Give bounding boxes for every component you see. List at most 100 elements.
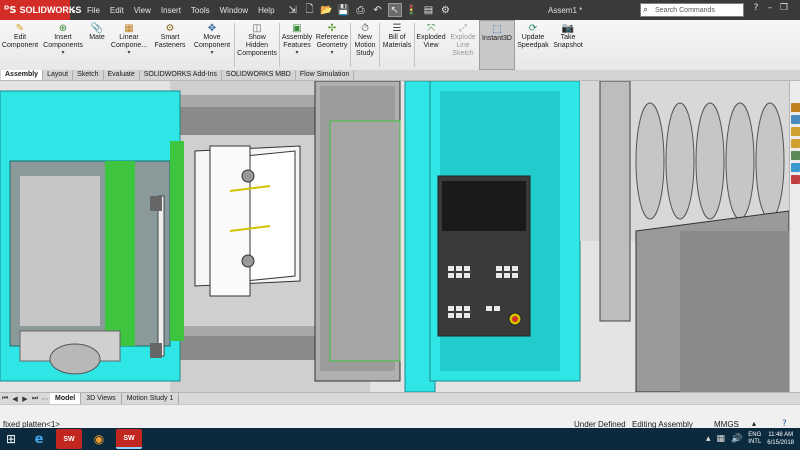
network-icon[interactable]: ▦ [717, 434, 726, 444]
save-icon[interactable]: 💾 [337, 3, 351, 17]
quick-access-toolbar: ⇲ 🗋 📂 💾 ⎙ ↶ ↖ 🚦 ▤ ⚙ [286, 3, 453, 17]
search-icon: ⌕ [643, 5, 649, 15]
mate-paperclip-icon: 📎 [90, 22, 104, 34]
reference-geometry-icon: ✣ [327, 22, 337, 34]
menu-insert[interactable]: Insert [156, 0, 186, 20]
file-explorer-icon[interactable] [791, 139, 800, 148]
help-icon[interactable]: ? [750, 3, 762, 13]
model-tabs-bar: ⏮ ◀ ▶ ⏭ ⋯ Model 3D Views Motion Study 1 [0, 392, 800, 404]
custom-properties-icon[interactable] [791, 175, 800, 184]
menu-file[interactable]: File [82, 0, 105, 20]
menu-view[interactable]: View [129, 0, 156, 20]
tab-nav-icon[interactable]: ⋯ [40, 395, 50, 403]
view-palette-icon[interactable] [791, 151, 800, 160]
reference-geometry-button[interactable]: ✣ Reference Geometry ▾ [314, 20, 350, 70]
windows-taskbar: ⊞ e SW ◉ SW ▴ ▦ 🔊 ENG INTL 11:48 AM 6/15… [0, 428, 800, 450]
bill-of-materials-button[interactable]: ☰ Bill of Materials [380, 20, 414, 70]
new-document-icon[interactable]: 🗋 [303, 3, 317, 17]
exploded-view-icon: ⤧ [427, 22, 435, 34]
solidworks-2015-icon[interactable]: SW [56, 429, 82, 449]
tab-sketch[interactable]: Sketch [73, 70, 104, 80]
next-icon[interactable]: ▶ [20, 395, 30, 403]
menu-help[interactable]: Help [253, 0, 279, 20]
update-speedpak-icon: ⟳ [528, 22, 538, 34]
tab-3d-views[interactable]: 3D Views [81, 393, 122, 404]
tab-evaluate[interactable]: Evaluate [104, 70, 140, 80]
prev-icon[interactable]: ◀ [10, 395, 20, 403]
edit-component-icon: ✎ [15, 22, 25, 34]
internet-explorer-icon[interactable]: e [26, 429, 52, 449]
tray-arrow-icon[interactable]: ▴ [706, 434, 711, 444]
linear-component-pattern-button[interactable]: ▦ Linear Compone... ▾ [108, 20, 150, 70]
edit-component-button[interactable]: ✎ Edit Component [0, 20, 40, 70]
menu-tools[interactable]: Tools [186, 0, 215, 20]
assembly-features-icon: ▣ [292, 22, 302, 34]
pin-icon[interactable]: ⇲ [286, 3, 300, 17]
title-bar: ᴰS SOLIDWORKS ▸ File Edit View Insert To… [0, 0, 800, 20]
open-icon[interactable]: 📂 [320, 3, 334, 17]
bill-of-materials-icon: ☰ [392, 22, 402, 34]
dropdown-icon[interactable]: ▾ [295, 50, 298, 57]
dropdown-icon[interactable]: ▾ [127, 50, 130, 57]
update-speedpak-button[interactable]: ⟳ Update Speedpak [515, 20, 551, 70]
command-manager-tabs: Assembly Layout Sketch Evaluate SOLIDWOR… [0, 70, 800, 81]
explode-line-sketch-button[interactable]: ⤢ Explode Line Sketch [447, 20, 479, 70]
resources-icon[interactable] [791, 115, 800, 124]
tab-assembly[interactable]: Assembly [1, 70, 44, 80]
first-icon[interactable]: ⏮ [0, 394, 10, 403]
menu-edit[interactable]: Edit [105, 0, 129, 20]
clock[interactable]: 11:48 AM 6/15/2018 [767, 431, 794, 447]
smart-fasteners-button[interactable]: ⚙ Smart Fasteners [150, 20, 190, 70]
mate-button[interactable]: 📎 Mate [86, 20, 108, 70]
insert-components-icon: ⊕ [58, 22, 68, 34]
design-library-icon[interactable] [791, 127, 800, 136]
assembly-features-button[interactable]: ▣ Assembly Features ▾ [280, 20, 314, 70]
exploded-view-button[interactable]: ⤧ Exploded View [415, 20, 447, 70]
search-commands-field[interactable]: ⌕ Search Commands [640, 3, 744, 17]
solidworks-logo[interactable]: ᴰS SOLIDWORKS [0, 0, 81, 20]
explode-line-sketch-icon: ⤢ [459, 22, 467, 34]
tab-solidworks-mbd[interactable]: SOLIDWORKS MBD [222, 70, 296, 80]
graphics-area[interactable] [0, 81, 789, 392]
print-icon[interactable]: ⎙ [354, 3, 368, 17]
instant3d-button[interactable]: ⬚ Instant3D [479, 20, 515, 70]
task-pane [789, 81, 800, 392]
menu-bar: File Edit View Insert Tools Window Help [82, 0, 280, 20]
file-properties-icon[interactable]: ▤ [422, 3, 436, 17]
windows-start-icon[interactable]: ⊞ [0, 428, 22, 450]
menu-expand-icon[interactable]: ▸ [70, 6, 78, 15]
insert-components-button[interactable]: ⊕ Insert Components ▾ [40, 20, 86, 70]
tab-layout[interactable]: Layout [43, 70, 74, 80]
dropdown-icon[interactable]: ▾ [61, 50, 64, 57]
tab-solidworks-add-ins[interactable]: SOLIDWORKS Add-Ins [140, 70, 222, 80]
move-component-button[interactable]: ✥ Move Component ▾ [190, 20, 234, 70]
firefox-icon[interactable]: ◉ [86, 429, 112, 449]
tab-model[interactable]: Model [50, 393, 82, 404]
dropdown-icon[interactable]: ▾ [330, 50, 333, 57]
options-gear-icon[interactable]: ⚙ [439, 3, 453, 17]
new-motion-study-button[interactable]: ⏱ New Motion Study [351, 20, 379, 70]
tab-flow-simulation[interactable]: Flow Simulation [296, 70, 355, 80]
injection-molding-machine-model[interactable] [0, 81, 789, 392]
camera-icon: 📷 [561, 22, 575, 34]
show-hidden-components-button[interactable]: ◫ Show Hidden Components [235, 20, 279, 70]
tab-motion-study-1[interactable]: Motion Study 1 [122, 393, 180, 404]
move-component-icon: ✥ [207, 22, 217, 34]
units-arrow-icon[interactable]: ▴ [752, 419, 756, 428]
rebuild-icon[interactable]: 🚦 [405, 3, 419, 17]
take-snapshot-button[interactable]: 📷 Take Snapshot [551, 20, 585, 70]
undo-icon[interactable]: ↶ [371, 3, 385, 17]
language-indicator[interactable]: ENG INTL [748, 432, 761, 446]
motion-study-icon: ⏱ [361, 22, 369, 34]
solidworks-2015-active-icon[interactable]: SW [116, 429, 142, 449]
select-pointer-icon[interactable]: ↖ [387, 3, 402, 17]
home-icon[interactable] [791, 103, 800, 112]
minimize-icon[interactable]: – [764, 3, 776, 13]
last-icon[interactable]: ⏭ [30, 394, 40, 403]
volume-icon[interactable]: 🔊 [731, 434, 742, 444]
menu-window[interactable]: Window [215, 0, 253, 20]
appearances-icon[interactable] [791, 163, 800, 172]
search-placeholder: Search Commands [655, 6, 715, 14]
dropdown-icon[interactable]: ▾ [210, 50, 213, 57]
restore-icon[interactable]: ❐ [778, 3, 790, 13]
